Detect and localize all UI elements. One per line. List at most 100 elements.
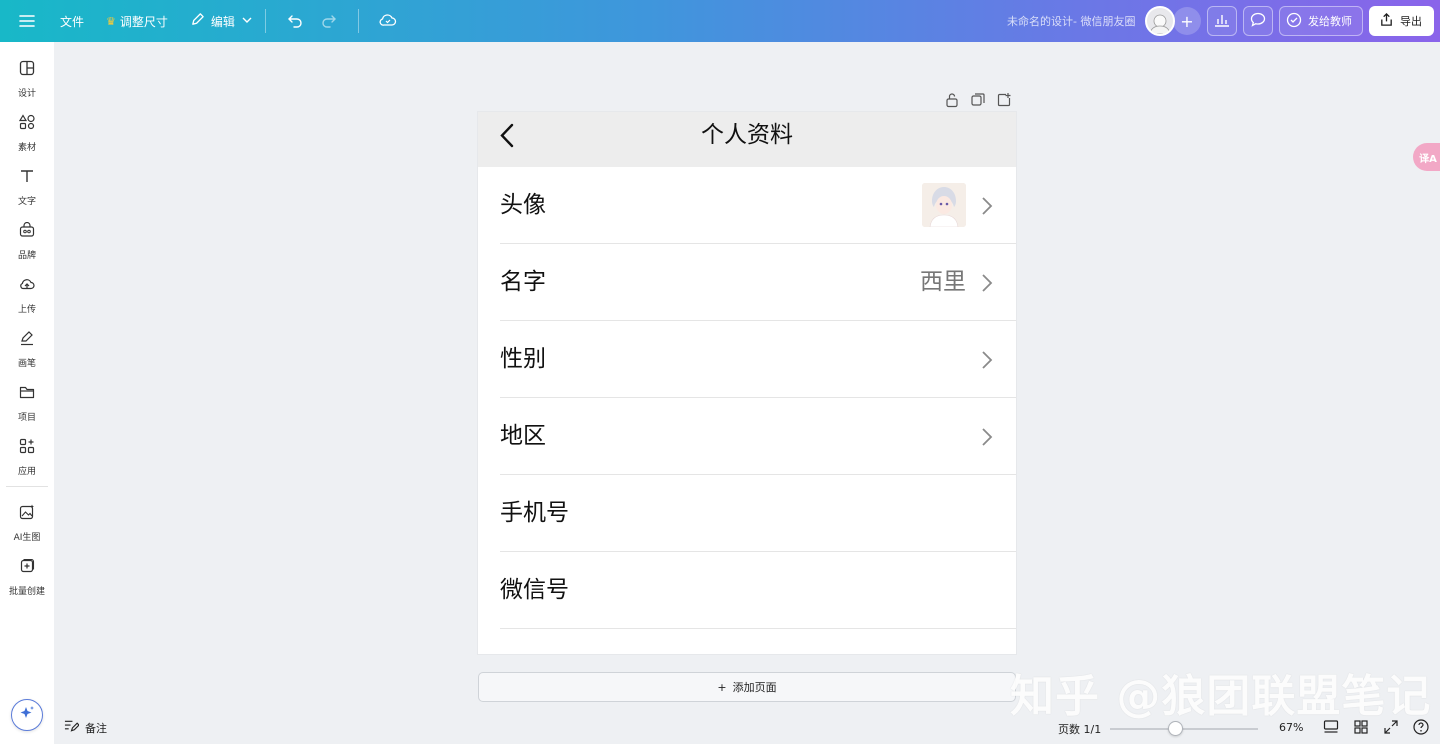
sidebar-item-upload[interactable]: 上传 [0,276,54,315]
sidebar-item-ai-image[interactable]: AI生图 [0,504,54,543]
send-to-teacher-button[interactable]: 发给教师 [1279,6,1363,36]
toolbar-divider [357,9,359,33]
zoom-percentage[interactable]: 67% [1279,721,1303,734]
row-label: 性别 [500,346,546,372]
fullscreen-icon[interactable] [1382,718,1400,736]
share-upload-icon [1379,12,1394,30]
sidebar-item-label: 应用 [17,467,36,477]
send-to-teacher-label: 发给教师 [1308,15,1352,28]
sidebar-item-apps[interactable]: 应用 [0,438,54,477]
sidebar-item-label: AI生图 [13,533,41,543]
cloud-check-icon [379,13,397,30]
page-view-icon[interactable] [1322,718,1340,736]
comments-button[interactable] [1243,6,1273,36]
magic-assistant-button[interactable] [11,699,43,731]
row-divider [500,628,1016,629]
user-avatar[interactable] [1145,6,1175,36]
row-value: 西里 [920,269,966,295]
redo-button[interactable] [312,0,346,42]
add-page-label: 添加页面 [732,681,777,694]
duplicate-page-icon[interactable] [970,92,986,112]
sidebar-item-label: 上传 [17,305,36,315]
top-toolbar: 文件 ♛ 调整尺寸 编辑 未命名的设计- 微信朋友圈 + 发给教师 导出 [0,0,1440,42]
sidebar-item-label: 画笔 [17,359,36,369]
chevron-right-icon [980,195,994,217]
brand-icon [19,221,35,242]
notes-label: 备注 [85,721,107,735]
sidebar-item-batch-create[interactable]: 批量创建 [0,558,54,597]
profile-row-gender[interactable]: 性别 [478,321,1016,398]
bottom-view-controls [1322,718,1430,736]
file-menu-button[interactable]: 文件 [54,0,90,42]
notes-icon [64,719,80,736]
sidebar-item-draw[interactable]: 画笔 [0,330,54,369]
plus-icon: + [717,680,727,694]
page-count[interactable]: 页数 1/1 [1058,721,1101,737]
lock-icon[interactable] [944,92,960,112]
comment-icon [1250,12,1266,30]
chevron-right-icon [980,426,994,448]
left-sidebar: 设计 素材 文字 品牌 上传 画笔 项目 应用 AI生图 批量创建 [0,42,54,744]
sidebar-item-label: 批量创建 [8,587,45,597]
file-menu-label: 文件 [60,14,85,29]
row-label: 名字 [500,269,546,295]
sidebar-item-projects[interactable]: 项目 [0,384,54,423]
help-icon[interactable] [1412,718,1430,736]
folder-icon [19,384,35,404]
profile-avatar-image [922,183,966,227]
row-label: 地区 [500,423,546,449]
chevron-down-icon [241,14,253,29]
hamburger-menu-icon[interactable] [0,0,54,42]
ai-image-icon [19,504,35,524]
export-label: 导出 [1400,15,1422,28]
profile-row-avatar[interactable]: 头像 [478,167,1016,244]
export-button[interactable]: 导出 [1369,6,1434,36]
document-title[interactable]: 未命名的设计- 微信朋友圈 [1007,0,1135,42]
toolbar-divider [264,9,266,33]
edit-mode-label: 编辑 [210,14,235,29]
shapes-icon [18,114,35,134]
sidebar-item-label: 素材 [17,143,36,153]
zoom-slider-handle[interactable] [1167,721,1183,736]
translate-badge[interactable]: 译A [1413,143,1440,171]
chevron-right-icon [980,349,994,371]
resize-label: 调整尺寸 [119,14,168,29]
insights-button[interactable] [1207,6,1237,36]
sidebar-item-label: 设计 [17,89,36,99]
profile-row-wechat-id[interactable]: 微信号 [478,552,1016,629]
grid-view-icon[interactable] [1352,718,1370,736]
edit-mode-dropdown[interactable]: 编辑 [190,0,253,42]
page-tools [944,92,1012,112]
sparkle-icon [19,705,35,725]
notes-button[interactable]: 备注 [64,719,107,736]
row-label: 头像 [500,192,546,218]
text-icon [19,168,35,188]
check-circle-icon [1286,12,1302,31]
row-label: 微信号 [500,577,569,603]
sidebar-item-design[interactable]: 设计 [0,60,54,99]
sidebar-item-text[interactable]: 文字 [0,168,54,207]
undo-button[interactable] [278,0,312,42]
sidebar-item-label: 品牌 [17,251,36,261]
apps-icon [19,438,35,458]
zoom-slider-track[interactable] [1110,728,1258,730]
resize-button[interactable]: ♛ 调整尺寸 [106,0,168,42]
sidebar-item-label: 项目 [17,413,36,423]
cloud-save-button[interactable] [371,0,405,42]
chevron-right-icon [980,272,994,294]
sidebar-item-label: 文字 [17,197,36,207]
sidebar-item-elements[interactable]: 素材 [0,114,54,153]
design-page[interactable]: 个人资料 头像 名字 西里 性别 地区 手机号 微信号 [478,112,1016,654]
profile-row-name[interactable]: 名字 西里 [478,244,1016,321]
profile-row-region[interactable]: 地区 [478,398,1016,475]
watermark-text: 知乎 @狼团联盟笔记 [1010,671,1432,722]
undo-icon [287,12,303,31]
layout-icon [19,60,35,80]
add-page-button[interactable]: + 添加页面 [478,672,1016,702]
add-page-icon[interactable] [996,92,1012,112]
batch-create-icon [19,558,35,578]
profile-row-phone[interactable]: 手机号 [478,475,1016,552]
pencil-icon [190,12,205,30]
invite-plus-button[interactable]: + [1173,7,1201,35]
sidebar-item-brand[interactable]: 品牌 [0,221,54,261]
